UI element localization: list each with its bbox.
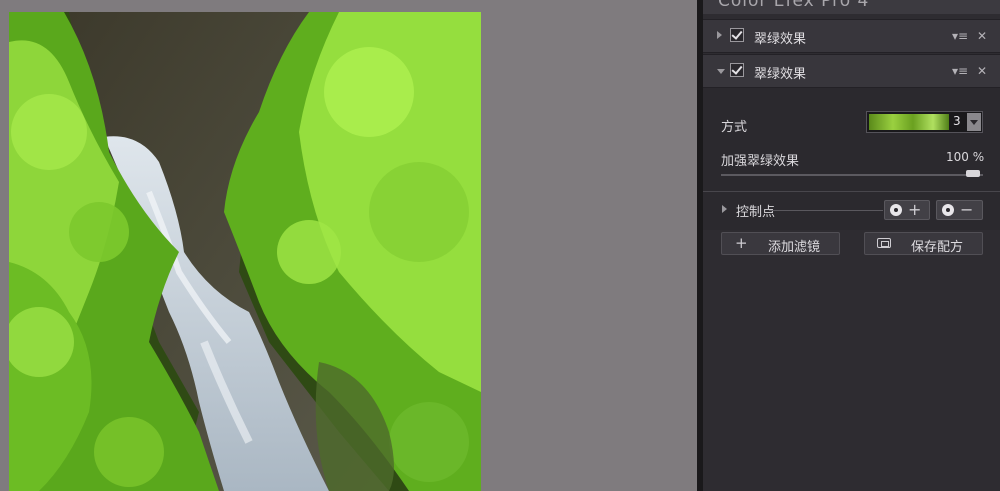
app-title: Color Efex Pro 4 (718, 0, 870, 11)
strength-value: 100 % (946, 150, 985, 164)
remove-control-point-icon (942, 204, 954, 216)
preview-image[interactable] (9, 12, 481, 491)
filter-name: 翠绿效果 (754, 32, 807, 47)
add-control-point-icon (890, 204, 902, 216)
filter-row-expanded[interactable]: 翠绿效果 ▾≡ ✕ (703, 54, 1000, 88)
close-icon[interactable]: ✕ (977, 29, 987, 43)
add-control-point-button[interactable]: + (884, 200, 930, 220)
divider-line (703, 191, 1000, 192)
filter-enable-checkbox[interactable] (730, 28, 744, 42)
close-icon[interactable]: ✕ (977, 64, 987, 78)
method-preview-swatch (869, 114, 949, 130)
filter-name: 翠绿效果 (754, 67, 807, 82)
filter-enable-checkbox[interactable] (730, 63, 744, 77)
menu-icon[interactable]: ▾≡ (952, 29, 968, 43)
filter-row-collapsed[interactable]: 翠绿效果 ▾≡ ✕ (703, 19, 1000, 53)
expand-arrow-icon[interactable] (717, 31, 722, 39)
control-points-rule (769, 210, 883, 211)
plus-icon: + (735, 234, 748, 252)
save-recipe-button[interactable]: 保存配方 (864, 232, 983, 255)
chevron-down-icon[interactable] (967, 113, 981, 131)
strength-slider-track[interactable] (721, 174, 983, 176)
collapse-arrow-icon[interactable] (717, 69, 725, 74)
add-filter-button[interactable]: + 添加滤镜 (721, 232, 840, 255)
method-label: 方式 (721, 120, 748, 135)
remove-control-point-button[interactable]: − (936, 200, 983, 220)
waterfall-photo (9, 12, 481, 491)
panel-title-bar: Color Efex Pro 4 (703, 0, 1000, 14)
method-value: 3 (953, 114, 961, 128)
control-points-expand-icon[interactable] (722, 205, 727, 213)
recipe-icon (877, 238, 891, 248)
strength-label: 加强翠绿效果 (721, 154, 800, 169)
strength-slider-thumb[interactable] (966, 170, 980, 177)
method-dropdown[interactable]: 3 (866, 111, 983, 133)
filter-panel: Color Efex Pro 4 翠绿效果 ▾≡ ✕ 翠绿效果 ▾≡ ✕ 方式 … (703, 0, 1000, 491)
menu-icon[interactable]: ▾≡ (952, 64, 968, 78)
preview-canvas[interactable] (0, 0, 697, 491)
